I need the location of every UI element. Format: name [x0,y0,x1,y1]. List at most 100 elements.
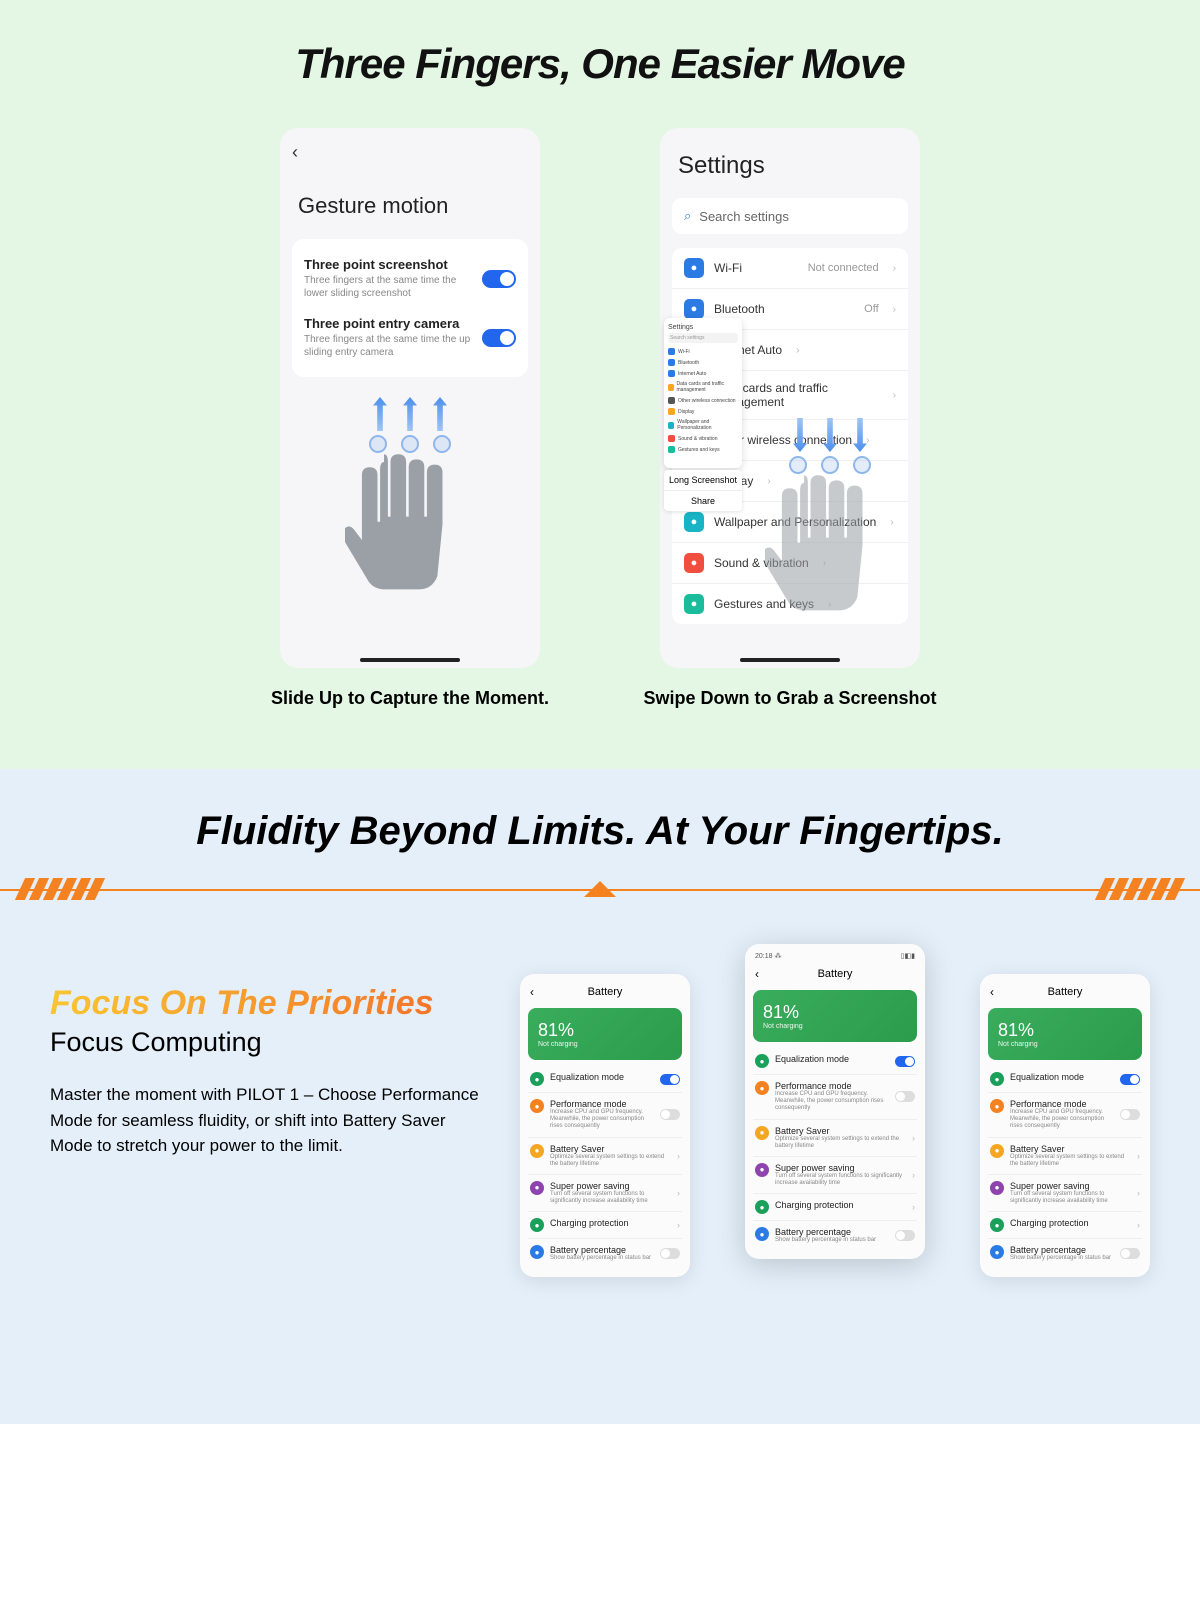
row-icon: ● [990,1144,1004,1158]
chevron-right-icon: › [912,1202,915,1212]
section1-title: Three Fingers, One Easier Move [0,40,1200,88]
chevron-right-icon: › [1137,1188,1140,1198]
battery-row[interactable]: ● Super power savingTurn off several sys… [753,1157,917,1194]
battery-row[interactable]: ● Charging protection › [988,1212,1142,1239]
battery-row[interactable]: ● Super power savingTurn off several sys… [988,1175,1142,1212]
phone-settings: Settings ⌕ Search settings ● Wi-Fi Not c… [630,128,950,709]
row-icon: ● [990,1099,1004,1113]
gesture-item-camera[interactable]: Three point entry camera Three fingers a… [304,308,516,367]
battery-row[interactable]: ● Battery SaverOptimize several system s… [528,1138,682,1175]
battery-row[interactable]: ● Charging protection › [753,1194,917,1221]
gesture-item-screenshot[interactable]: Three point screenshot Three fingers at … [304,249,516,308]
status-time: 20:18 ⁂ [755,952,781,960]
battery-row[interactable]: ● Battery percentageShow battery percent… [988,1239,1142,1268]
hand-icon [345,447,475,607]
toggle[interactable] [660,1109,680,1120]
battery-row[interactable]: ● Battery percentageShow battery percent… [753,1221,917,1250]
search-input[interactable]: ⌕ Search settings [672,198,908,234]
row-icon: ● [530,1072,544,1086]
action-share[interactable]: Share [664,491,742,511]
settings-title: Settings [678,152,908,180]
screenshot-actions: Long Screenshot Share [664,470,742,511]
toggle[interactable] [1120,1074,1140,1085]
back-icon[interactable]: ‹ [292,142,528,163]
chevron-right-icon: › [912,1133,915,1143]
row-icon: ● [755,1081,769,1095]
screenshot-preview: Settings Search settings Wi-FiBluetoothI… [664,318,742,468]
toggle[interactable] [660,1248,680,1259]
chevron-right-icon: › [677,1188,680,1198]
battery-row[interactable]: ● Performance modeIncrease CPU and GPU f… [988,1093,1142,1138]
battery-phones: ‹ Battery 81%Not charging ● Equalization m… [520,944,1150,1364]
row-icon: ● [530,1218,544,1232]
action-long-screenshot[interactable]: Long Screenshot [664,470,742,491]
row-icon: ● [530,1099,544,1113]
focus-title: Focus On The Priorities [50,984,490,1023]
settings-item-icon: ● [684,258,704,278]
toggle[interactable] [660,1074,680,1085]
battery-row[interactable]: ● Battery SaverOptimize several system s… [988,1138,1142,1175]
battery-row[interactable]: ● Charging protection › [528,1212,682,1239]
battery-card: 81%Not charging [528,1008,682,1060]
focus-subtitle: Focus Computing [50,1027,490,1058]
toggle-screenshot[interactable] [482,270,516,288]
back-icon[interactable]: ‹ [530,985,534,999]
toggle[interactable] [1120,1109,1140,1120]
focus-body: Master the moment with PILOT 1 – Choose … [50,1082,490,1159]
section2-title: Fluidity Beyond Limits. At Your Fingerti… [0,809,1200,854]
toggle[interactable] [895,1056,915,1067]
phone-gesture-motion: ‹ Gesture motion Three point screenshot … [250,128,570,709]
battery-row[interactable]: ● Equalization mode [988,1066,1142,1093]
battery-row[interactable]: ● Battery SaverOptimize several system s… [753,1120,917,1157]
battery-row[interactable]: ● Equalization mode [528,1066,682,1093]
chevron-right-icon: › [796,345,799,356]
battery-header: Battery [588,986,623,998]
battery-row[interactable]: ● Battery percentageShow battery percent… [528,1239,682,1268]
toggle[interactable] [895,1091,915,1102]
search-icon: ⌕ [684,208,691,224]
row-icon: ● [755,1163,769,1177]
toggle-camera[interactable] [482,329,516,347]
row-icon: ● [755,1227,769,1241]
settings-item-icon: ● [684,512,704,532]
battery-phone-right: ‹ Battery 81%Not charging ● Equalization m… [980,974,1150,1277]
battery-row[interactable]: ● Performance modeIncrease CPU and GPU f… [528,1093,682,1138]
settings-item-icon: ● [684,594,704,614]
settings-item-label: Bluetooth [714,302,765,316]
settings-item-value: Off [864,303,878,315]
battery-phone-center: 20:18 ⁂▯◧▮‹Battery81%Not charging ● Equa… [745,944,925,1259]
status-icons: ▯◧▮ [901,952,915,960]
battery-row[interactable]: ● Super power savingTurn off several sys… [528,1175,682,1212]
settings-item-icon: ● [684,299,704,319]
caption-swipe-down: Swipe Down to Grab a Screenshot [643,688,936,709]
row-icon: ● [990,1218,1004,1232]
toggle[interactable] [895,1230,915,1241]
chevron-right-icon: › [1137,1220,1140,1230]
chevron-right-icon: › [893,263,896,274]
toggle[interactable] [1120,1248,1140,1259]
gesture-hand-down [760,418,900,628]
back-icon[interactable]: ‹ [755,967,759,981]
battery-header: Battery [1048,986,1083,998]
battery-row[interactable]: ● Performance modeIncrease CPU and GPU f… [753,1075,917,1120]
section-fluidity: Fluidity Beyond Limits. At Your Fingerti… [0,769,1200,1424]
hand-icon [765,468,895,628]
row-icon: ● [755,1126,769,1140]
battery-row[interactable]: ● Equalization mode [753,1048,917,1075]
chevron-right-icon: › [893,390,896,401]
chevron-right-icon: › [677,1151,680,1161]
settings-item-label: Wi-Fi [714,261,742,275]
battery-percent: 81% [763,1002,907,1023]
caption-slide-up: Slide Up to Capture the Moment. [271,688,549,709]
row-icon: ● [755,1200,769,1214]
chevron-right-icon: › [912,1170,915,1180]
row-icon: ● [530,1181,544,1195]
battery-card: 81%Not charging [753,990,917,1042]
settings-item-value: Not connected [808,262,879,274]
home-indicator [740,658,840,662]
settings-item[interactable]: ● Wi-Fi Not connected › [672,248,908,289]
row-icon: ● [755,1054,769,1068]
battery-card: 81%Not charging [988,1008,1142,1060]
back-icon[interactable]: ‹ [990,985,994,999]
gesture-hand-up [292,397,528,637]
